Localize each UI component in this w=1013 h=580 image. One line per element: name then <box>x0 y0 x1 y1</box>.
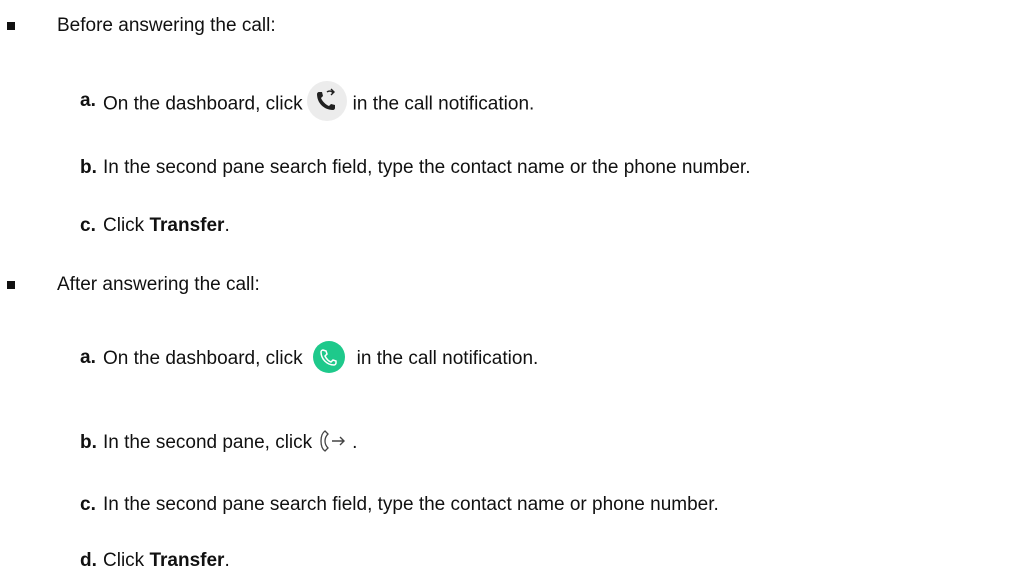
bullet-item-after: After answering the call: <box>7 272 260 298</box>
step-text-suffix: . <box>352 432 358 453</box>
transfer-label: Transfer <box>149 215 225 236</box>
step-c: c. Click Transfer. <box>80 213 230 239</box>
step-letter: a. <box>80 90 96 111</box>
step-text: On the dashboard, click <box>103 93 303 115</box>
phone-transfer-icon <box>306 81 347 121</box>
step-a: a. On the dashboard, click in the call no… <box>80 341 539 373</box>
transfer-label: Transfer <box>149 550 225 571</box>
step-text-suffix: in the call notification. <box>352 93 535 115</box>
step-letter: c. <box>80 215 96 236</box>
step-letter: c. <box>80 494 96 515</box>
step-b: b. In the second pane search field, type… <box>80 155 751 181</box>
step-letter: d. <box>80 550 97 571</box>
step-c: c. In the second pane search field, type… <box>80 492 719 518</box>
step-text-suffix: . <box>224 215 230 236</box>
step-b: b. In the second pane, click. <box>80 428 358 456</box>
bullet-marker <box>7 22 15 30</box>
step-text: In the second pane search field, type th… <box>103 494 719 515</box>
step-a: a. On the dashboard, click in the call no… <box>80 81 535 121</box>
bullet-marker <box>7 281 15 289</box>
section-heading: After answering the call: <box>57 274 260 295</box>
step-text-suffix: in the call notification. <box>356 348 539 370</box>
step-text: On the dashboard, click <box>103 348 303 370</box>
transfer-arrow-icon <box>318 428 350 454</box>
bullet-item-before: Before answering the call: <box>7 13 276 39</box>
answer-call-icon <box>312 341 345 373</box>
step-text: Click <box>103 215 145 236</box>
step-letter: b. <box>80 157 97 178</box>
section-heading: Before answering the call: <box>57 15 276 36</box>
step-letter: a. <box>80 347 96 368</box>
step-d: d. Click Transfer. <box>80 548 230 574</box>
step-text: In the second pane, click <box>103 432 313 453</box>
step-text: In the second pane search field, type th… <box>103 157 751 178</box>
step-letter: b. <box>80 432 97 453</box>
step-text-suffix: . <box>224 550 230 571</box>
step-text: Click <box>103 550 145 571</box>
